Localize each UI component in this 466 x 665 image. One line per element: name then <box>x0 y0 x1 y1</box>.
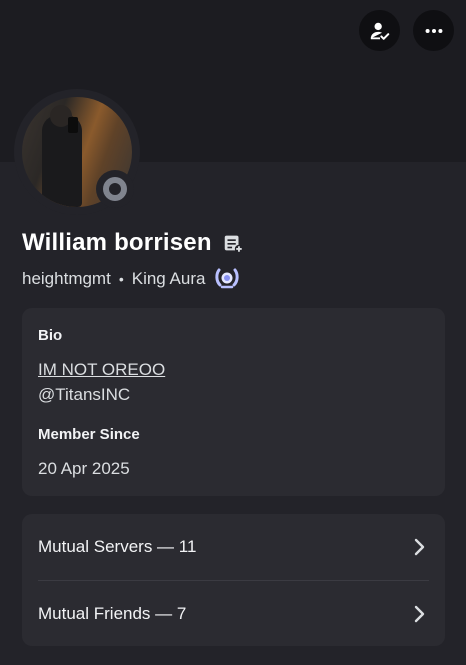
bio-card: Bio IM NOT OREOO @TitansINC Member Since… <box>22 308 445 496</box>
member-since-value: 20 Apr 2025 <box>38 459 130 478</box>
friend-action-button[interactable] <box>359 10 400 51</box>
note-add-icon[interactable] <box>222 232 244 254</box>
profile-tag: King Aura <box>131 269 206 288</box>
laurel-badge-icon[interactable] <box>213 266 241 292</box>
more-horizontal-icon <box>425 28 442 33</box>
display-name: William borrisen <box>22 229 212 256</box>
chevron-right-icon <box>414 538 425 556</box>
profile-subline: heightmgmt • King Aura <box>22 266 241 292</box>
member-since-label: Member Since <box>38 426 140 443</box>
mutual-servers-label: Mutual Servers — 11 <box>38 537 197 556</box>
separator: • <box>118 271 124 287</box>
display-name-row: William borrisen <box>22 229 244 257</box>
username: heightmgmt <box>22 269 111 288</box>
mutual-servers-row[interactable]: Mutual Servers — 11 <box>38 514 429 580</box>
person-check-icon <box>370 22 389 40</box>
mutual-friends-row[interactable]: Mutual Friends — 7 <box>38 581 429 647</box>
bio-line-1[interactable]: IM NOT OREOO <box>38 360 165 380</box>
mutuals-card: Mutual Servers — 11 Mutual Friends — 7 <box>22 514 445 646</box>
bio-line-2: @TitansINC <box>38 385 131 404</box>
bio-label: Bio <box>38 327 63 344</box>
mutual-friends-label: Mutual Friends — 7 <box>38 604 187 623</box>
more-options-button[interactable] <box>413 10 454 51</box>
chevron-right-icon <box>414 605 425 623</box>
offline-status-icon <box>103 177 127 201</box>
